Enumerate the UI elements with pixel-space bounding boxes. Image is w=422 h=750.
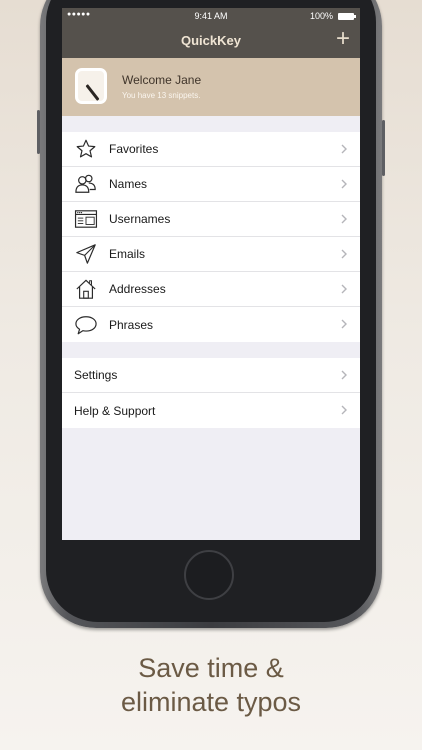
paper-plane-icon (74, 243, 98, 265)
category-label: Phrases (109, 317, 154, 332)
chevron-right-icon (341, 319, 347, 329)
category-row-phrases[interactable]: Phrases (62, 307, 360, 342)
category-row-addresses[interactable]: Addresses (62, 272, 360, 307)
battery-icon (338, 13, 356, 20)
battery-percentage: 100% (309, 11, 333, 21)
settings-list: Settings Help & Support (62, 358, 360, 428)
help-support-row[interactable]: Help & Support (62, 393, 360, 428)
chevron-right-icon (341, 405, 347, 415)
chevron-right-icon (341, 179, 347, 189)
section-gap (62, 342, 360, 358)
help-support-label: Help & Support (74, 403, 156, 418)
welcome-header: Welcome Jane You have 13 snippets. (62, 58, 360, 116)
chevron-right-icon (341, 370, 347, 380)
star-icon (74, 138, 98, 160)
house-icon (74, 278, 98, 300)
welcome-title: Welcome Jane (122, 73, 202, 87)
navigation-bar: QuickKey + (62, 24, 360, 58)
chevron-right-icon (341, 144, 347, 154)
category-label: Usernames (109, 212, 171, 226)
volume-button (37, 110, 40, 154)
chevron-right-icon (341, 284, 347, 294)
add-button[interactable]: + (336, 27, 350, 51)
category-label: Emails (109, 247, 146, 261)
page-title: QuickKey (181, 33, 241, 48)
speech-bubble-icon (74, 314, 98, 336)
category-label: Names (109, 177, 148, 191)
tagline-line-1: Save time & (138, 653, 284, 683)
status-bar: ●●●●● 9:41 AM 100% (62, 8, 360, 24)
category-row-favorites[interactable]: Favorites (62, 132, 360, 167)
settings-label: Settings (74, 368, 118, 382)
chevron-right-icon (341, 214, 347, 224)
settings-row[interactable]: Settings (62, 358, 360, 393)
category-label: Addresses (109, 282, 166, 296)
app-screen: ●●●●● 9:41 AM 100% QuickKey + Welcome Ja… (62, 8, 360, 540)
home-button[interactable] (184, 550, 234, 600)
category-label: Favorites (109, 142, 159, 156)
power-button (382, 120, 385, 176)
section-gap (62, 116, 360, 132)
snippet-count: You have 13 snippets. (122, 91, 201, 100)
category-row-usernames[interactable]: Usernames (62, 202, 360, 237)
category-list: Favorites Names Usernames Emails Address… (62, 132, 360, 342)
category-row-names[interactable]: Names (62, 167, 360, 202)
category-row-emails[interactable]: Emails (62, 237, 360, 272)
chevron-right-icon (341, 249, 347, 259)
phone-frame: ●●●●● 9:41 AM 100% QuickKey + Welcome Ja… (37, 0, 385, 628)
people-icon (74, 173, 98, 195)
tagline-line-2: eliminate typos (120, 687, 302, 717)
browser-window-icon (74, 208, 98, 230)
app-logo-icon (75, 68, 107, 104)
